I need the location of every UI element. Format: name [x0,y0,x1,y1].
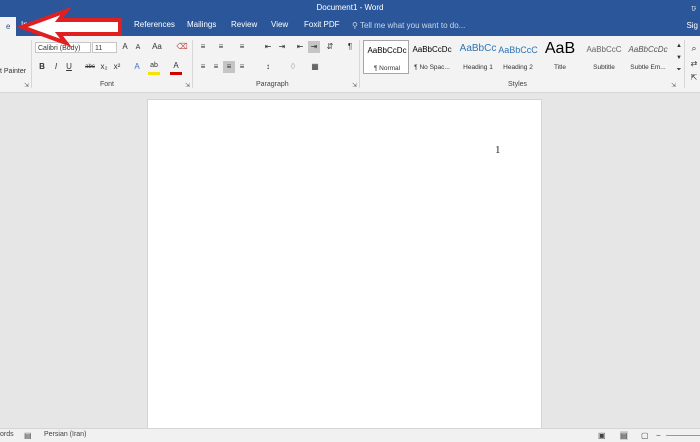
web-layout-icon[interactable]: ▢ [641,431,649,440]
annotation-arrow [16,6,122,48]
left-arrow-icon [16,6,122,48]
word-count[interactable]: ords [0,431,14,438]
print-layout-icon[interactable]: ▤ [620,431,628,440]
read-mode-icon[interactable]: ▣ [598,431,606,440]
zoom-slider[interactable] [666,435,700,436]
status-bar: ords ▤ Persian (Iran) ▣ ▤ ▢ − [0,428,700,442]
language-indicator[interactable]: Persian (Iran) [44,431,86,438]
zoom-out-icon[interactable]: − [656,431,661,440]
proofing-icon[interactable]: ▤ [24,431,32,440]
